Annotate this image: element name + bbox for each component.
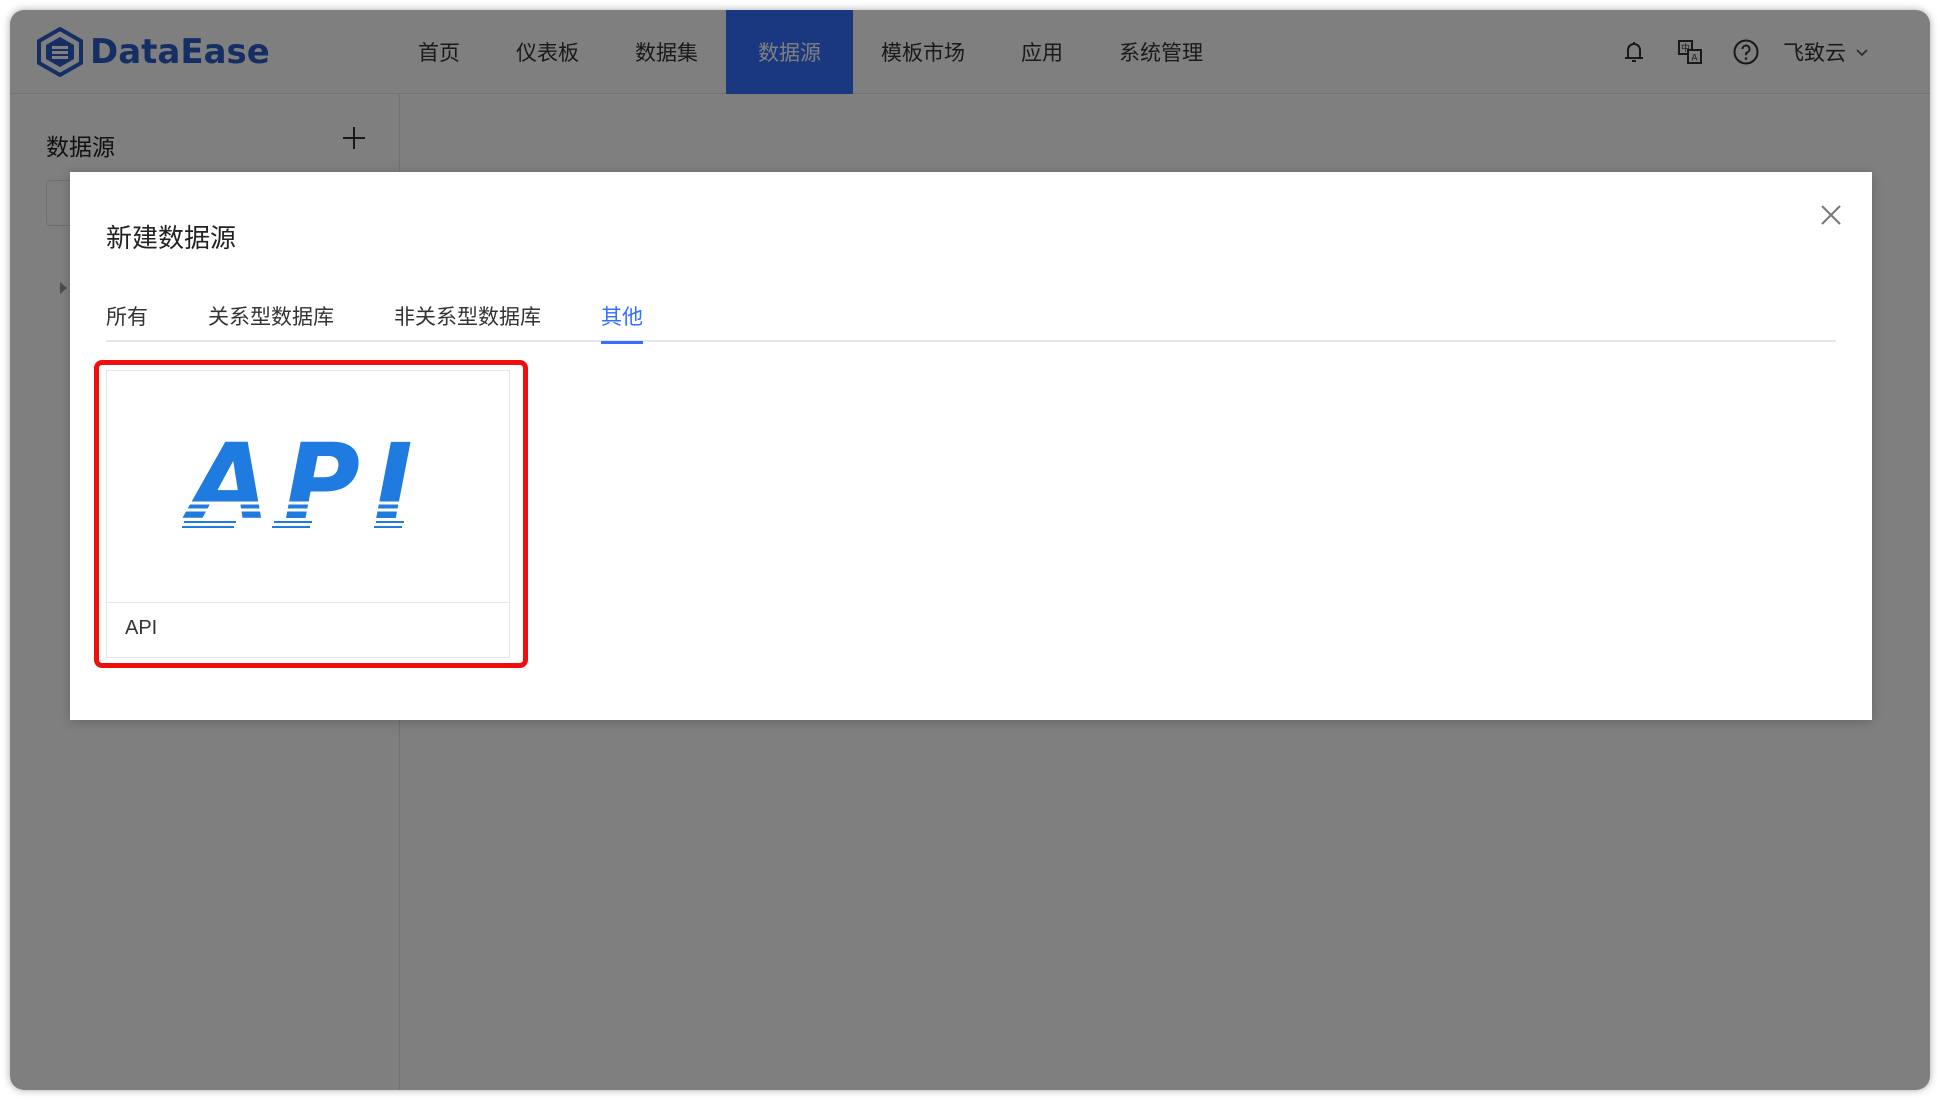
dialog-title: 新建数据源 bbox=[106, 223, 237, 253]
datasource-type-tabs: 所有 关系型数据库 非关系型数据库 其他 bbox=[106, 290, 1836, 344]
app-window: DataEase 首页 仪表板 数据集 数据源 模板市场 应用 系统管理 中A … bbox=[10, 10, 1930, 1090]
new-datasource-dialog: 新建数据源 所有 关系型数据库 非关系型数据库 其他 API API bbox=[70, 172, 1872, 720]
datasource-card-api[interactable]: API API bbox=[106, 370, 510, 658]
tab-relational-db[interactable]: 关系型数据库 bbox=[208, 290, 334, 342]
tab-all[interactable]: 所有 bbox=[106, 290, 148, 342]
svg-text:API: API bbox=[182, 432, 426, 542]
close-icon[interactable] bbox=[1818, 202, 1844, 228]
card-image: API bbox=[107, 371, 509, 603]
tab-other[interactable]: 其他 bbox=[601, 290, 643, 344]
card-label: API bbox=[125, 617, 158, 639]
api-logo-icon: API bbox=[178, 432, 438, 542]
tab-non-relational-db[interactable]: 非关系型数据库 bbox=[394, 290, 541, 342]
